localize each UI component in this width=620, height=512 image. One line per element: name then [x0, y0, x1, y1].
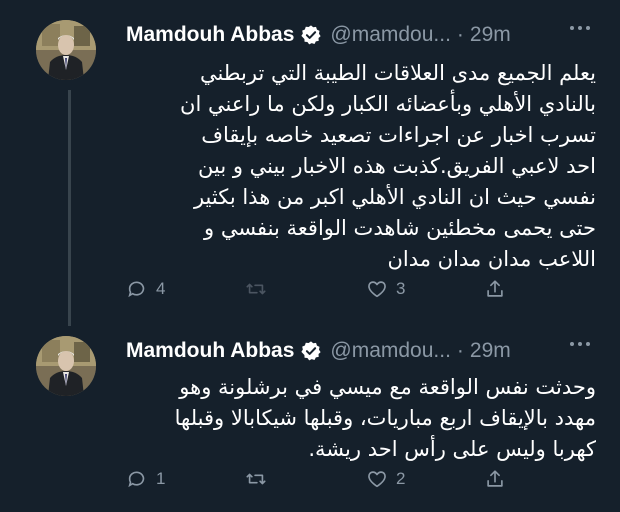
reply-button[interactable]: 4 [126, 278, 165, 300]
separator-dot: · [456, 339, 464, 362]
tweet[interactable]: Mamdouh Abbas @mamdou... · 29m يعلم الجم… [0, 20, 620, 320]
timestamp[interactable]: 29m [470, 23, 511, 47]
tweet-text: وحدثت نفس الواقعة مع ميسي في برشلونة وهو… [174, 375, 596, 461]
heart-icon [366, 468, 388, 490]
timestamp[interactable]: 29m [470, 339, 511, 363]
tweet-actions: 1 2 [126, 468, 526, 494]
tweet-text: يعلم الجميع مدى العلاقات الطيبة التي ترب… [180, 61, 596, 271]
reply-icon [126, 468, 148, 490]
author-name[interactable]: Mamdouh Abbas [126, 23, 294, 47]
avatar[interactable] [36, 336, 96, 396]
verified-badge-icon [300, 24, 322, 46]
separator-dot: · [456, 23, 464, 46]
more-icon[interactable] [570, 342, 590, 346]
author-handle[interactable]: @mamdou... [330, 23, 451, 47]
share-button[interactable] [484, 468, 506, 490]
retweet-icon [244, 468, 268, 490]
like-button[interactable]: 2 [366, 468, 405, 490]
tweet-actions: 4 3 [126, 278, 526, 304]
reply-button[interactable]: 1 [126, 468, 165, 490]
retweet-button[interactable] [244, 468, 276, 490]
verified-badge-icon [300, 340, 322, 362]
tweet-header: Mamdouh Abbas @mamdou... · 29m [126, 336, 511, 366]
share-icon [484, 278, 506, 300]
share-button[interactable] [484, 278, 506, 300]
retweet-icon [244, 278, 268, 300]
heart-icon [366, 278, 388, 300]
tweet-header: Mamdouh Abbas @mamdou... · 29m [126, 20, 511, 50]
reply-count: 1 [156, 469, 166, 488]
author-handle[interactable]: @mamdou... [330, 339, 451, 363]
reply-count: 4 [156, 279, 166, 298]
like-count: 2 [396, 469, 406, 488]
tweet[interactable]: Mamdouh Abbas @mamdou... · 29m وحدثت نفس… [0, 336, 620, 506]
reply-icon [126, 278, 148, 300]
avatar[interactable] [36, 20, 96, 80]
like-count: 3 [396, 279, 406, 298]
author-name[interactable]: Mamdouh Abbas [126, 339, 294, 363]
share-icon [484, 468, 506, 490]
more-icon[interactable] [570, 26, 590, 30]
retweet-button[interactable] [244, 278, 276, 300]
like-button[interactable]: 3 [366, 278, 405, 300]
